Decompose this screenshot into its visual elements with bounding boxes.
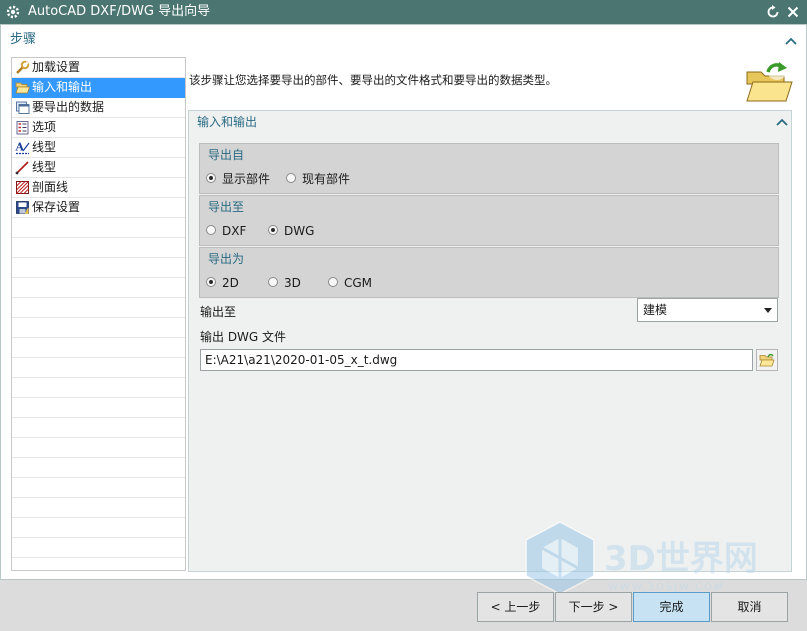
gear-icon: [6, 5, 20, 19]
radio-indicator[interactable]: [206, 225, 216, 235]
svg-text:A: A: [15, 141, 25, 154]
step-empty-row: [12, 378, 185, 398]
browse-button[interactable]: [756, 349, 778, 371]
steps-header[interactable]: 步骤: [10, 32, 36, 48]
next-button[interactable]: 下一步 >: [555, 592, 632, 622]
step-empty-row: [12, 278, 185, 298]
output-file-path: E:\A21\a21\2020-01-05_x_t.dwg: [205, 353, 398, 367]
step-empty-row: [12, 558, 185, 570]
radio-label: 现有部件: [302, 172, 351, 186]
open-folder-arrow-icon: [746, 60, 793, 102]
collapse-section-icon[interactable]: [776, 118, 788, 126]
step-empty-row: [12, 498, 185, 518]
radio-indicator[interactable]: [268, 277, 278, 287]
linetype-a-icon: A: [15, 141, 30, 155]
step-item-save-settings[interactable]: 保存设置: [12, 198, 185, 218]
checklist-icon: [16, 121, 29, 135]
watermark-text: 3D世界网: [604, 539, 758, 579]
step-empty-row: [12, 438, 185, 458]
step-item-options[interactable]: 选项: [12, 118, 185, 138]
radio-indicator-checked[interactable]: [206, 173, 216, 183]
step-empty-row: [12, 538, 185, 558]
step-item-label: 选项: [32, 120, 57, 134]
step-item-label: 线型: [32, 160, 57, 174]
step-item-label: 剖面线: [32, 180, 69, 194]
radio-indicator-checked[interactable]: [206, 277, 216, 287]
hatch-icon: [16, 181, 29, 194]
step-item-input-output[interactable]: 输入和输出: [12, 78, 185, 98]
step-empty-row: [12, 338, 185, 358]
step-item-label: 保存设置: [32, 200, 81, 214]
step-item-load-settings[interactable]: 加载设置: [12, 58, 185, 78]
radio-indicator[interactable]: [286, 173, 296, 183]
chevron-down-icon[interactable]: [764, 308, 772, 313]
reset-icon[interactable]: [765, 4, 781, 20]
step-item-label: 线型: [32, 140, 57, 154]
step-description: 该步骤让您选择要导出的部件、要导出的文件格式和要导出的数据类型。: [189, 73, 557, 87]
export-to-group: 导出至 DXF DWG: [199, 195, 779, 246]
watermark-logo: 3D世界网 WWW.3DSJW.COM: [525, 521, 758, 595]
output-to-label: 输出至: [200, 305, 237, 319]
data-windows-icon: [16, 101, 30, 114]
step-empty-row: [12, 238, 185, 258]
select-value: 建模: [643, 303, 668, 317]
step-item-label: 加载设置: [32, 60, 81, 74]
open-folder-icon: [759, 353, 775, 367]
cancel-button[interactable]: 取消: [711, 592, 788, 622]
section-title[interactable]: 输入和输出: [197, 114, 257, 130]
step-empty-row: [12, 478, 185, 498]
radio-indicator[interactable]: [328, 277, 338, 287]
step-empty-row: [12, 458, 185, 478]
radio-label: CGM: [344, 276, 373, 290]
step-item-hatch[interactable]: 剖面线: [12, 178, 185, 198]
group-title: 导出自: [208, 148, 245, 162]
line-segment-icon: [15, 161, 29, 175]
step-list: 加载设置 输入和输出 要导出的数据 选项 A 线型 线型 剖面线 保存设置: [11, 57, 186, 571]
output-file-field[interactable]: E:\A21\a21\2020-01-05_x_t.dwg: [200, 349, 753, 371]
step-item-label: 要导出的数据: [32, 100, 105, 114]
step-empty-row: [12, 358, 185, 378]
export-from-group: 导出自 显示部件 现有部件: [199, 143, 779, 194]
close-icon[interactable]: [785, 4, 801, 20]
save-disk-icon: [16, 201, 29, 214]
radio-label: DXF: [222, 224, 247, 238]
export-as-group: 导出为 2D 3D CGM: [199, 247, 779, 298]
step-empty-row: [12, 298, 185, 318]
step-item-data-to-export[interactable]: 要导出的数据: [12, 98, 185, 118]
output-to-select[interactable]: 建模: [637, 298, 778, 322]
finish-button[interactable]: 完成: [633, 592, 710, 622]
group-title: 导出为: [208, 252, 245, 266]
step-empty-row: [12, 418, 185, 438]
back-button[interactable]: < 上一步: [477, 592, 554, 622]
collapse-steps-icon[interactable]: [785, 37, 797, 45]
step-empty-row: [12, 318, 185, 338]
radio-label: 3D: [284, 276, 301, 290]
radio-label: 2D: [222, 276, 239, 290]
step-empty-row: [12, 218, 185, 238]
window-title: AutoCAD DXF/DWG 导出向导: [28, 4, 211, 19]
title-bar: AutoCAD DXF/DWG 导出向导: [0, 0, 807, 24]
step-empty-row: [12, 518, 185, 538]
radio-label: DWG: [284, 224, 315, 238]
step-item-linetype-1[interactable]: A 线型: [12, 138, 185, 158]
step-empty-row: [12, 398, 185, 418]
radio-label: 显示部件: [222, 172, 271, 186]
open-folder-icon: [15, 82, 30, 94]
wrench-icon: [16, 60, 30, 74]
radio-indicator-checked[interactable]: [268, 225, 278, 235]
step-item-label: 输入和输出: [32, 80, 93, 94]
step-empty-row: [12, 258, 185, 278]
group-title: 导出至: [208, 200, 245, 214]
step-item-linetype-2[interactable]: 线型: [12, 158, 185, 178]
output-file-label: 输出 DWG 文件: [200, 330, 287, 344]
